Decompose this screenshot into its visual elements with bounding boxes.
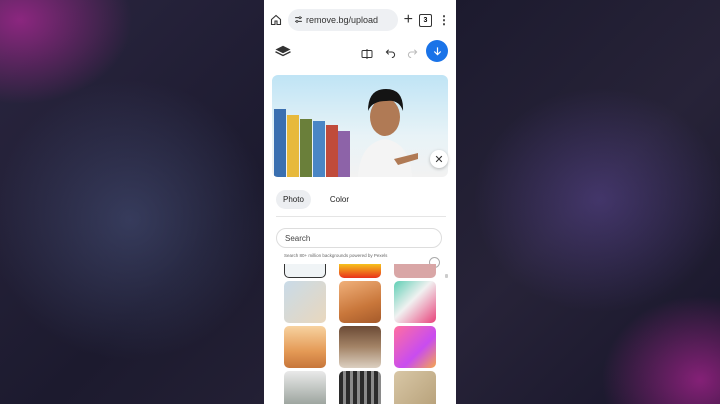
background-thumbnail[interactable] <box>394 281 436 323</box>
tab-color[interactable]: Color <box>323 190 356 209</box>
search-input[interactable]: Search <box>276 228 442 248</box>
beach-hut <box>287 115 299 177</box>
download-icon <box>433 46 441 56</box>
phone-screen: remove.bg/upload + 3 ⋮ ✕ Photo Color Sea… <box>264 0 456 404</box>
undo-icon[interactable] <box>385 45 396 63</box>
kebab-icon[interactable]: ⋮ <box>438 13 450 27</box>
person-cutout <box>358 89 418 177</box>
background-thumbnail[interactable] <box>339 371 381 404</box>
background-type-tabs: Photo Color <box>276 190 356 209</box>
background-thumbnail[interactable] <box>394 371 436 404</box>
plus-icon[interactable]: + <box>404 11 413 29</box>
tab-switcher-button[interactable]: 3 <box>419 13 432 27</box>
search-credit: Search 80+ million backgrounds powered b… <box>284 253 388 258</box>
tune-icon[interactable] <box>294 15 303 26</box>
beach-hut <box>326 125 338 177</box>
background-thumbnail[interactable] <box>394 264 436 278</box>
background-thumbnail[interactable] <box>339 264 381 278</box>
url-text[interactable]: remove.bg/upload <box>306 15 378 25</box>
background-thumbnail[interactable] <box>284 326 326 368</box>
address-bar[interactable]: remove.bg/upload <box>288 9 398 31</box>
divider <box>276 216 446 217</box>
beach-hut <box>313 121 325 177</box>
background-thumbnail[interactable] <box>339 281 381 323</box>
image-preview[interactable] <box>272 75 448 177</box>
layers-icon[interactable] <box>274 44 292 63</box>
background-thumbnail[interactable] <box>284 371 326 404</box>
home-icon[interactable] <box>270 14 282 26</box>
beach-hut <box>300 119 312 177</box>
background-thumbnail[interactable] <box>394 326 436 368</box>
redo-icon[interactable] <box>407 45 418 63</box>
background-thumbnail[interactable] <box>284 264 326 278</box>
close-icon[interactable]: ✕ <box>430 150 448 168</box>
download-button[interactable] <box>426 40 448 62</box>
compare-icon[interactable] <box>361 46 373 64</box>
background-thumbnail[interactable] <box>284 281 326 323</box>
browser-chrome: remove.bg/upload + 3 ⋮ <box>264 0 456 40</box>
beach-hut <box>338 131 350 177</box>
editor-toolbar <box>264 40 456 64</box>
beach-hut <box>274 109 286 177</box>
background-thumbnail[interactable] <box>339 326 381 368</box>
scrollbar[interactable] <box>445 274 448 278</box>
tab-photo[interactable]: Photo <box>276 190 311 209</box>
